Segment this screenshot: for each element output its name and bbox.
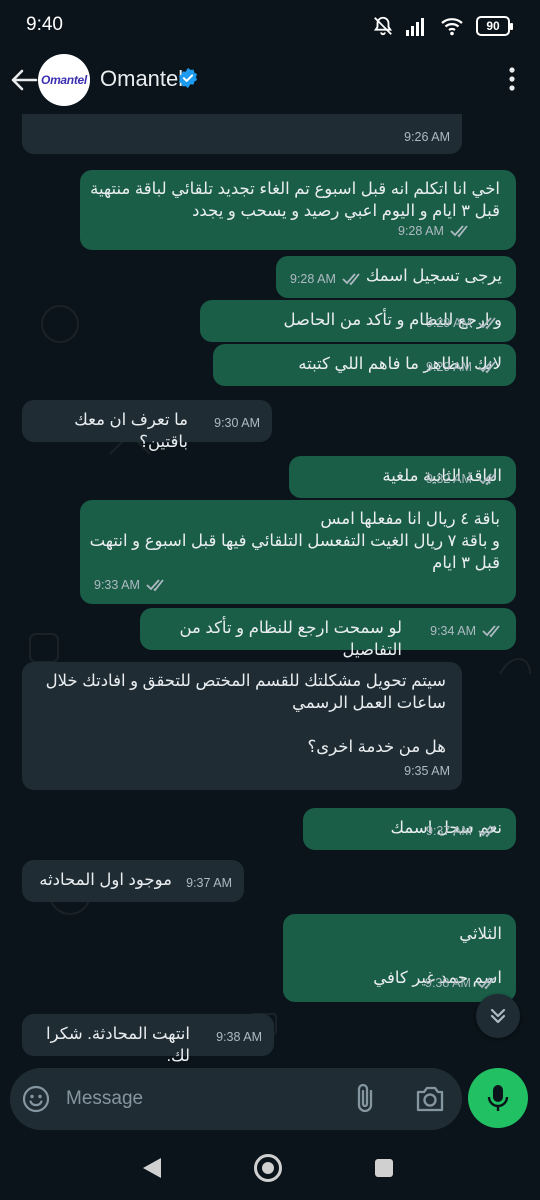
voice-record-button[interactable]	[468, 1068, 528, 1128]
message-bubble-incoming[interactable]: 9:26 AM	[22, 114, 462, 154]
message-time: 9:32 AM	[426, 472, 472, 486]
message-text: اخي انا اتكلم انه قبل اسبوع تم الغاء تجد…	[90, 180, 500, 220]
message-bubble-incoming[interactable]: موجود اول المحادثه 9:37 AM	[22, 860, 244, 902]
contact-name[interactable]: Omantel	[100, 66, 183, 92]
message-text: يرجى تسجيل اسمك	[365, 267, 502, 285]
signal-icon	[406, 18, 424, 36]
message-time: 9:28 AM	[290, 272, 336, 286]
mute-bell-icon	[373, 16, 393, 36]
status-icons: 90	[372, 14, 513, 38]
message-meta: 9:38 AM	[216, 1026, 262, 1048]
message-text: انتهت المحادثة. شكرا لك.	[46, 1025, 190, 1065]
message-meta: 9:28 AM	[398, 220, 472, 242]
message-text: ما تعرف ان معك باقتين؟	[74, 411, 188, 451]
message-input[interactable]	[66, 1082, 336, 1116]
battery-indicator: 90	[476, 16, 513, 36]
double-check-icon	[478, 361, 496, 374]
message-meta: 9:34 AM	[430, 620, 504, 642]
double-chevron-down-icon	[490, 1008, 506, 1024]
double-check-icon	[482, 625, 500, 638]
message-time: 9:29 AM	[426, 316, 472, 330]
emoji-icon[interactable]	[22, 1085, 50, 1113]
message-meta: 9:37 AM	[186, 872, 232, 894]
status-time: 9:40	[26, 14, 63, 35]
composer-bar	[0, 1066, 540, 1132]
message-time: 9:28 AM	[398, 224, 444, 238]
double-check-icon	[342, 273, 360, 286]
nav-recents-icon[interactable]	[375, 1159, 393, 1177]
message-time: 9:30 AM	[214, 416, 260, 430]
message-bubble-incoming[interactable]: ما تعرف ان معك باقتين؟ 9:30 AM	[22, 400, 272, 451]
message-text: سيتم تحويل مشكلتك للقسم المختص للتحقق و …	[45, 672, 446, 756]
chat-header: Omantel Omantel	[0, 52, 540, 114]
message-meta: 9:28 AM	[290, 268, 364, 290]
message-time: 9:35 AM	[404, 764, 450, 778]
message-text: باقة ٤ ريال انا مفعلها امس و باقة ٧ ريال…	[89, 510, 500, 572]
double-check-icon	[146, 579, 164, 592]
message-text: لو سمحت ارجع للنظام و تأكد من التفاصيل	[179, 619, 402, 659]
message-bubble-outgoing[interactable]: نعم سجل اسمك 9:37 AM	[303, 808, 516, 850]
nav-home-button[interactable]	[254, 1154, 282, 1182]
more-options-icon[interactable]	[500, 64, 524, 94]
double-check-icon	[478, 825, 496, 838]
nav-home-icon	[262, 1162, 274, 1174]
double-check-icon	[450, 225, 468, 238]
message-time: 9:37 AM	[426, 824, 472, 838]
battery-level: 90	[486, 19, 500, 33]
message-bubble-outgoing[interactable]: لو سمحت ارجع للنظام و تأكد من التفاصيل 9…	[140, 608, 516, 659]
system-nav-bar	[0, 1132, 540, 1200]
chat-area[interactable]: 9:26 AM اخي انا اتكلم انه قبل اسبوع تم ا…	[0, 114, 540, 1066]
wifi-icon	[441, 18, 463, 36]
message-bubble-incoming[interactable]: انتهت المحادثة. شكرا لك. 9:38 AM	[22, 1014, 274, 1065]
avatar-logo: Omantel	[41, 73, 87, 87]
message-meta: 9:26 AM	[404, 126, 450, 148]
message-time: 9:37 AM	[186, 876, 232, 890]
message-time: 9:33 AM	[94, 578, 140, 592]
message-bubble-outgoing[interactable]: الثلاثي اسم حمد غير كافي 9:38 AM	[283, 914, 516, 1002]
message-text: موجود اول المحادثه	[39, 871, 172, 889]
message-time: 9:38 AM	[216, 1030, 262, 1044]
double-check-icon	[477, 977, 495, 990]
message-time: 9:38 AM	[425, 976, 471, 990]
double-check-icon	[478, 317, 496, 330]
message-meta: 9:29 AM	[426, 312, 500, 334]
message-bubble-outgoing[interactable]: و ارجع للنظام و تأكد من الحاصل 9:29 AM	[200, 300, 516, 342]
message-bubble-outgoing[interactable]: لانك الظاهر ما فاهم اللي كتبته 9:29 AM	[213, 344, 516, 386]
message-time: 9:29 AM	[426, 360, 472, 374]
message-time: 9:34 AM	[430, 624, 476, 638]
message-bubble-outgoing[interactable]: يرجى تسجيل اسمك 9:28 AM	[276, 256, 516, 298]
message-meta: 9:38 AM	[425, 972, 499, 994]
message-time: 9:26 AM	[404, 130, 450, 144]
paperclip-icon[interactable]	[352, 1082, 378, 1116]
double-check-icon	[478, 473, 496, 486]
message-bubble-outgoing[interactable]: اخي انا اتكلم انه قبل اسبوع تم الغاء تجد…	[80, 170, 516, 250]
message-bubble-outgoing[interactable]: الباقة الثانية ملغية 9:32 AM	[289, 456, 516, 498]
message-meta: 9:33 AM	[94, 574, 168, 596]
message-bubble-outgoing[interactable]: باقة ٤ ريال انا مفعلها امس و باقة ٧ ريال…	[80, 500, 516, 604]
camera-icon[interactable]	[414, 1084, 446, 1114]
verified-badge-icon	[178, 67, 198, 89]
status-bar: 9:40 90	[0, 0, 540, 52]
scroll-to-bottom-button[interactable]	[476, 994, 520, 1038]
nav-back-icon[interactable]	[141, 1156, 163, 1180]
message-meta: 9:32 AM	[426, 468, 500, 490]
message-meta: 9:37 AM	[426, 820, 500, 842]
message-meta: 9:30 AM	[214, 412, 260, 434]
message-bubble-incoming[interactable]: سيتم تحويل مشكلتك للقسم المختص للتحقق و …	[22, 662, 462, 790]
back-arrow-icon[interactable]	[8, 64, 40, 96]
message-meta: 9:35 AM	[404, 760, 450, 782]
composer-pill	[10, 1068, 462, 1130]
contact-avatar[interactable]: Omantel	[38, 54, 90, 106]
microphone-icon	[487, 1085, 509, 1111]
message-meta: 9:29 AM	[426, 356, 500, 378]
